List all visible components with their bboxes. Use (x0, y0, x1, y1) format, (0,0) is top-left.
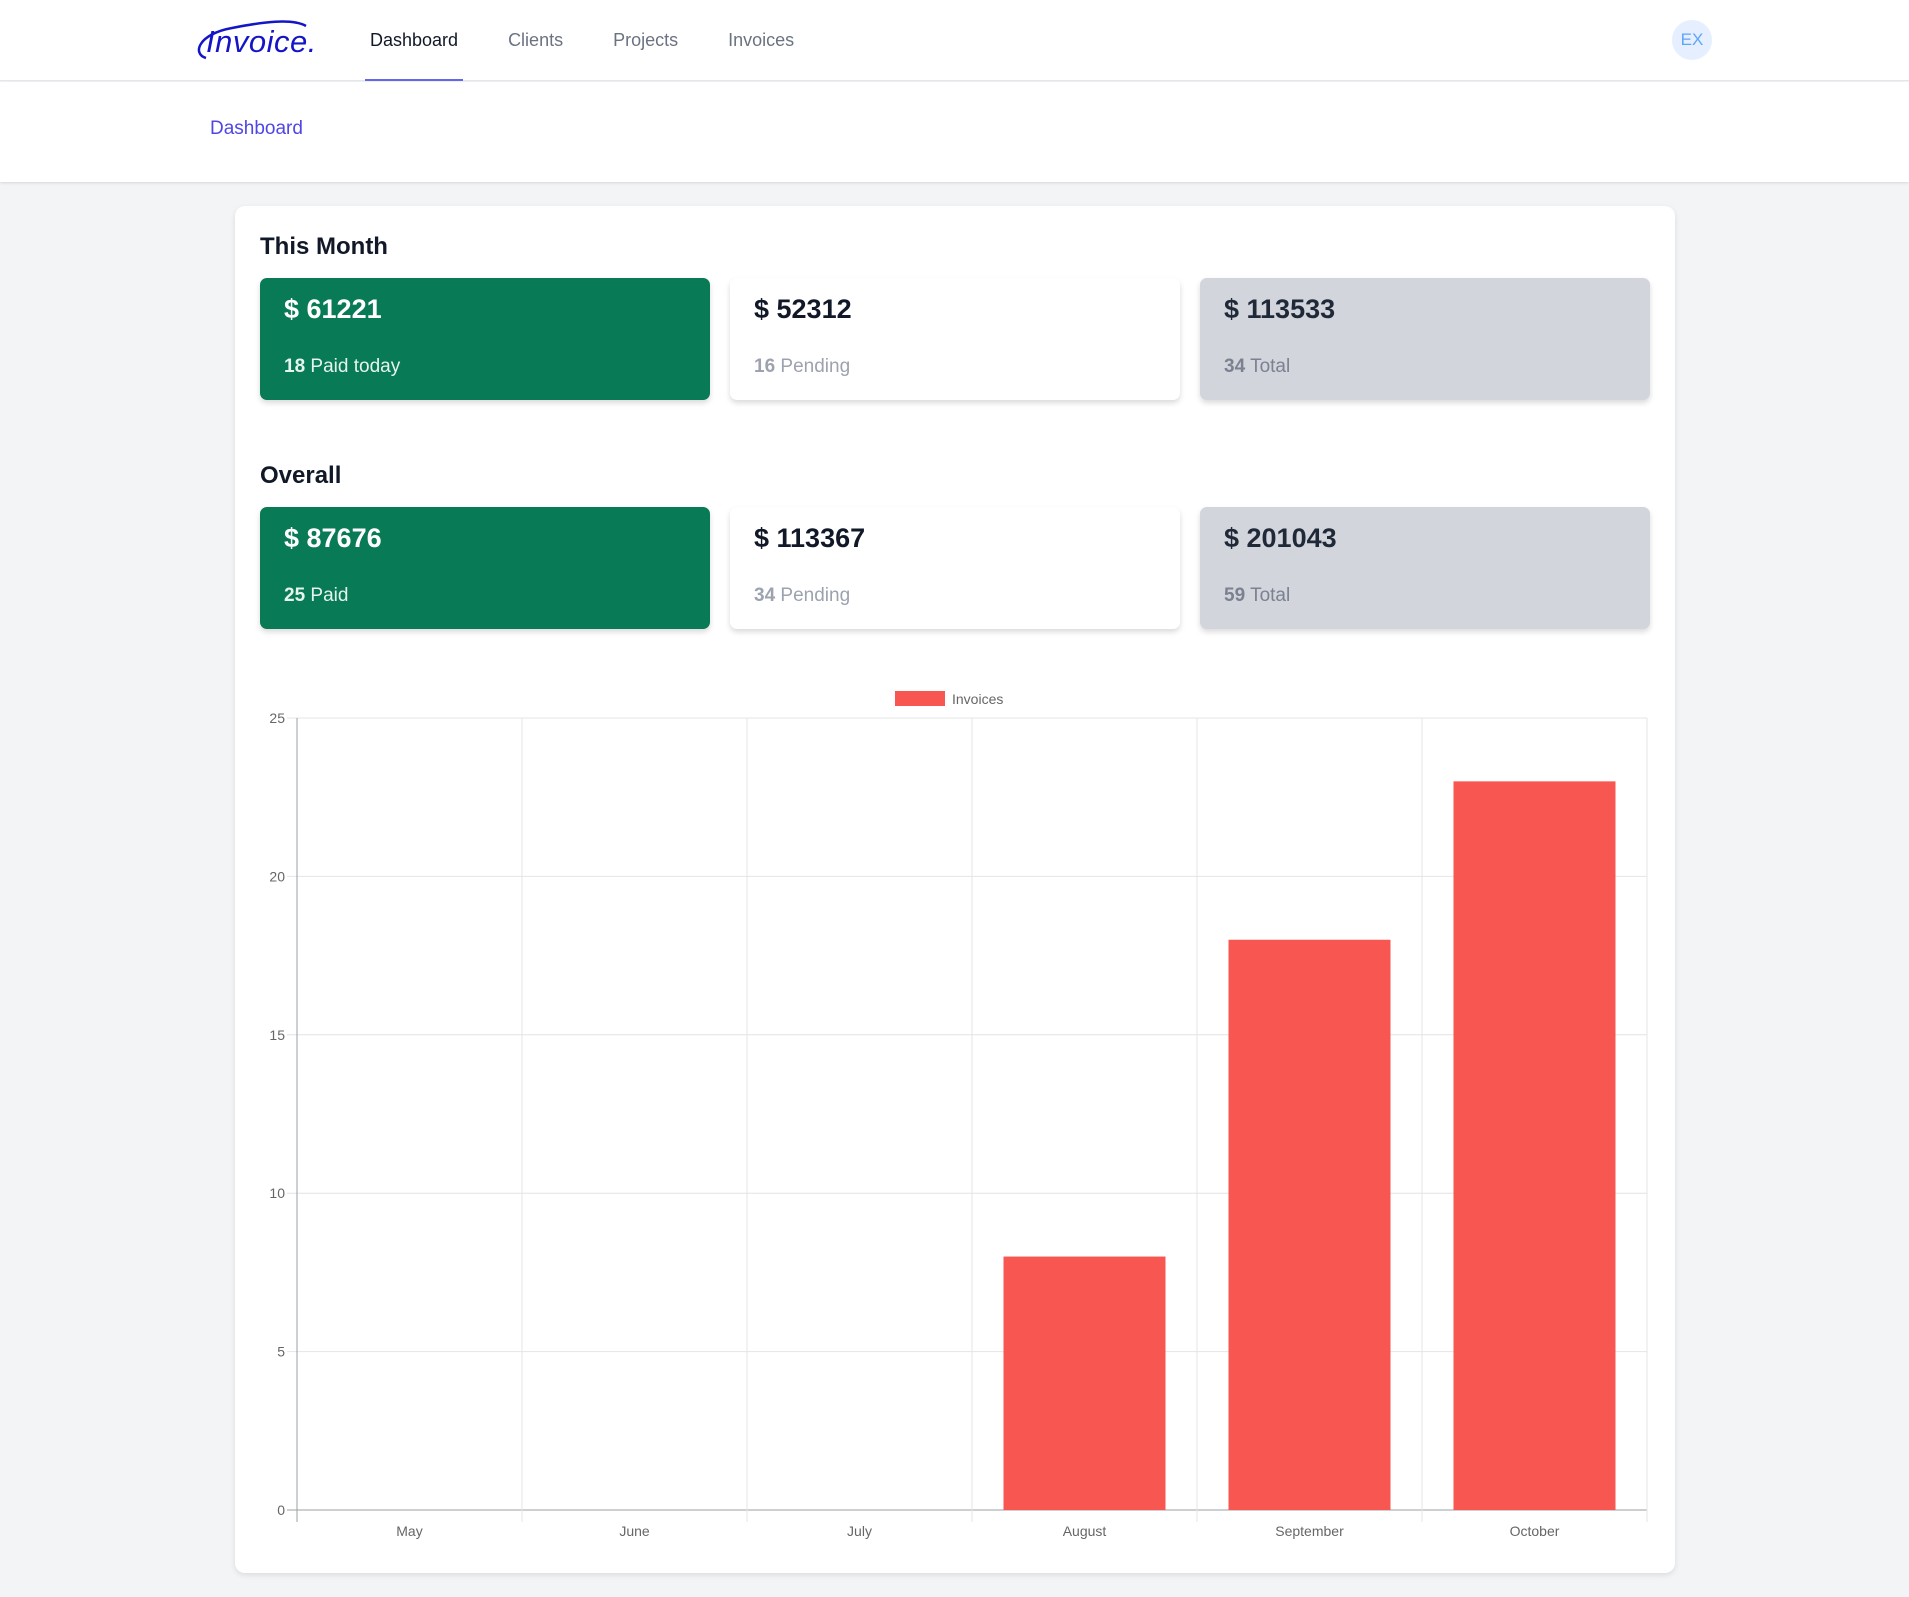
bar-september (1228, 939, 1391, 1510)
y-tick-label: 0 (277, 1502, 285, 1518)
bar-august (1003, 1256, 1166, 1510)
x-tick-label: June (619, 1523, 650, 1539)
invoices-bar-chart: 0 5 10 15 20 25 May June July August September Octo… (269, 691, 1648, 1539)
y-tick-label: 10 (269, 1185, 285, 1201)
user-avatar[interactable]: EX (1672, 20, 1712, 60)
invoice-logo[interactable]: Invoice. (192, 14, 322, 66)
x-tick-label: May (396, 1523, 422, 1539)
y-tick-label: 15 (269, 1027, 285, 1043)
bar-october (1453, 781, 1616, 1510)
top-navigation-bar: Invoice. Dashboard Clients Projects Invo… (0, 0, 1909, 81)
nav-dashboard[interactable]: Dashboard (365, 0, 464, 81)
logo-text: Invoice. (206, 24, 317, 59)
nav-projects[interactable]: Projects (608, 0, 683, 81)
breadcrumb[interactable]: Dashboard (210, 118, 303, 140)
nav-invoices[interactable]: Invoices (723, 0, 799, 81)
main-nav: Dashboard Clients Projects Invoices (365, 0, 839, 81)
legend-label: Invoices (952, 691, 1003, 707)
dashboard-card: This Month $ 61221 18 Paid today $ 52312… (235, 206, 1675, 1573)
nav-clients[interactable]: Clients (503, 0, 568, 81)
x-tick-label: October (1510, 1523, 1560, 1539)
x-tick-label: September (1275, 1523, 1344, 1539)
x-tick-label: July (847, 1523, 872, 1539)
y-tick-label: 25 (269, 710, 285, 726)
page-header: Dashboard (0, 82, 1909, 182)
y-tick-label: 20 (269, 868, 285, 884)
legend-swatch (895, 691, 945, 706)
x-tick-label: August (1063, 1523, 1107, 1539)
y-tick-label: 5 (277, 1344, 285, 1360)
